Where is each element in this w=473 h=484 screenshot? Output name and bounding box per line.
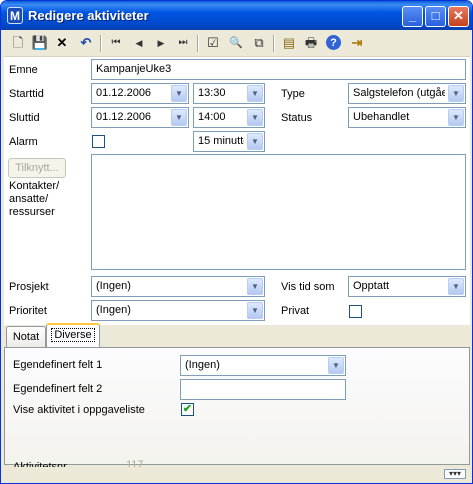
app-logo-icon: M — [7, 7, 23, 24]
exit-icon[interactable]: ⇥ — [349, 35, 365, 51]
start-time-value: 13:30 — [198, 87, 226, 99]
end-date-value: 01.12.2006 — [96, 111, 152, 123]
show-in-tasklist-checkbox[interactable]: ✔ — [181, 403, 194, 416]
subject-input[interactable]: KampanjeUke3 — [91, 59, 466, 80]
toolbar-separator — [197, 35, 199, 52]
private-checkbox[interactable] — [349, 305, 362, 318]
start-time-combo[interactable]: 13:30 ▼ — [193, 83, 265, 104]
show-time-as-select[interactable]: Opptatt ▼ — [348, 276, 466, 297]
alarm-checkbox[interactable] — [92, 135, 105, 148]
chevron-down-icon[interactable]: ▼ — [171, 85, 187, 102]
copy-icon[interactable]: ⧉ — [251, 35, 267, 51]
tab-notat[interactable]: Notat — [6, 326, 46, 347]
last-record-icon[interactable]: ⏭ — [175, 35, 191, 51]
alarm-time-select[interactable]: 15 minutter ▼ — [193, 131, 265, 152]
save-icon[interactable]: 💾 — [32, 35, 48, 51]
type-select[interactable]: Salgstelefon (utgående) ▼ — [348, 83, 466, 104]
first-record-icon[interactable]: ⏮ — [108, 35, 124, 51]
check-icon[interactable]: ☑ — [205, 35, 221, 51]
properties-icon[interactable]: ▤ — [281, 35, 297, 51]
print-icon[interactable]: 🖶 — [303, 35, 319, 51]
chevron-down-icon[interactable]: ▼ — [171, 109, 187, 126]
chevron-down-icon[interactable]: ▼ — [448, 278, 464, 295]
new-document-icon[interactable]: 🗋 — [10, 35, 26, 51]
tab-strip: Notat Diverse — [4, 323, 470, 347]
tab-diverse[interactable]: Diverse — [46, 323, 100, 347]
custom-field-2-input[interactable] — [180, 379, 346, 400]
chevron-down-icon[interactable]: ▼ — [448, 85, 464, 102]
custom-field-1-label: Egendefinert felt 1 — [13, 359, 103, 371]
priority-select[interactable]: (Ingen) ▼ — [91, 300, 265, 321]
alarm-time-value: 15 minutter — [198, 135, 244, 147]
status-bar: ▾▾▾ — [4, 467, 470, 481]
priority-value: (Ingen) — [96, 304, 131, 316]
custom-field-1-value: (Ingen) — [185, 359, 220, 371]
custom-field-2-label: Egendefinert felt 2 — [13, 383, 103, 395]
activity-form: Emne KampanjeUke3 Starttid 01.12.2006 ▼ … — [4, 57, 470, 325]
diverse-tab-panel: Egendefinert felt 1 (Ingen) ▼ Egendefine… — [4, 347, 470, 473]
help-icon[interactable]: ? — [326, 35, 341, 50]
contacts-label-line-2: ansatte/ — [9, 193, 49, 205]
status-select[interactable]: Ubehandlet ▼ — [348, 107, 466, 128]
minimize-button[interactable]: _ — [402, 6, 423, 27]
project-label: Prosjekt — [9, 281, 49, 293]
private-label: Privat — [281, 305, 310, 317]
priority-label: Prioritet — [9, 305, 47, 317]
project-value: (Ingen) — [96, 280, 131, 292]
status-value: Ubehandlet — [353, 111, 410, 123]
show-in-tasklist-label: Vise aktivitet i oppgaveliste — [13, 404, 145, 416]
tab-diverse-label: Diverse — [51, 328, 95, 342]
tilknytt-button[interactable]: Tilknytt... — [8, 158, 66, 178]
chevron-down-icon[interactable]: ▼ — [328, 357, 344, 374]
type-value: Salgstelefon (utgående) — [353, 87, 445, 99]
toolbar-separator — [100, 35, 102, 52]
contacts-label-line-1: Kontakter/ — [9, 180, 60, 192]
project-select[interactable]: (Ingen) ▼ — [91, 276, 265, 297]
show-time-as-value: Opptatt — [353, 280, 390, 292]
preview-icon[interactable]: 🔍 — [228, 35, 244, 51]
status-label: Status — [281, 112, 313, 124]
title-bar[interactable]: M Redigere aktiviteter _ □ ✕ — [1, 1, 472, 30]
chevron-down-icon[interactable]: ▼ — [247, 302, 263, 319]
delete-icon[interactable]: ✕ — [54, 35, 70, 51]
end-time-label: Sluttid — [9, 112, 40, 124]
type-label: Type — [281, 88, 305, 100]
contacts-label-line-3: ressurser — [9, 206, 55, 218]
start-date-value: 01.12.2006 — [96, 87, 152, 99]
start-date-picker[interactable]: 01.12.2006 ▼ — [91, 83, 189, 104]
chevron-down-icon[interactable]: ▼ — [247, 109, 263, 126]
alarm-label: Alarm — [9, 136, 38, 148]
maximize-button[interactable]: □ — [425, 6, 446, 27]
undo-icon[interactable]: ↶ — [78, 35, 94, 51]
toolbar: 🗋 💾 ✕ ↶ ⏮ ◀ ▶ ⏭ ☑ 🔍 ⧉ ▤ 🖶 ? ⇥ — [4, 31, 470, 57]
toolbar-separator — [273, 35, 275, 52]
subject-label: Emne — [9, 64, 38, 76]
resize-grip-icon[interactable]: ▾▾▾ — [444, 469, 466, 479]
show-time-as-label: Vis tid som — [281, 281, 335, 293]
start-time-label: Starttid — [9, 88, 44, 100]
chevron-down-icon[interactable]: ▼ — [448, 109, 464, 126]
edit-activity-window: M Redigere aktiviteter _ □ ✕ 🗋 💾 ✕ ↶ ⏮ ◀… — [0, 0, 473, 484]
end-date-picker[interactable]: 01.12.2006 ▼ — [91, 107, 189, 128]
end-time-value: 14:00 — [198, 111, 226, 123]
custom-field-1-select[interactable]: (Ingen) ▼ — [180, 355, 346, 376]
window-title: Redigere aktiviteter — [28, 8, 149, 23]
next-record-icon[interactable]: ▶ — [153, 35, 169, 51]
contacts-list[interactable] — [91, 154, 466, 270]
end-time-combo[interactable]: 14:00 ▼ — [193, 107, 265, 128]
close-button[interactable]: ✕ — [448, 6, 469, 27]
previous-record-icon[interactable]: ◀ — [131, 35, 147, 51]
chevron-down-icon[interactable]: ▼ — [247, 278, 263, 295]
chevron-down-icon[interactable]: ▼ — [247, 133, 263, 150]
chevron-down-icon[interactable]: ▼ — [247, 85, 263, 102]
